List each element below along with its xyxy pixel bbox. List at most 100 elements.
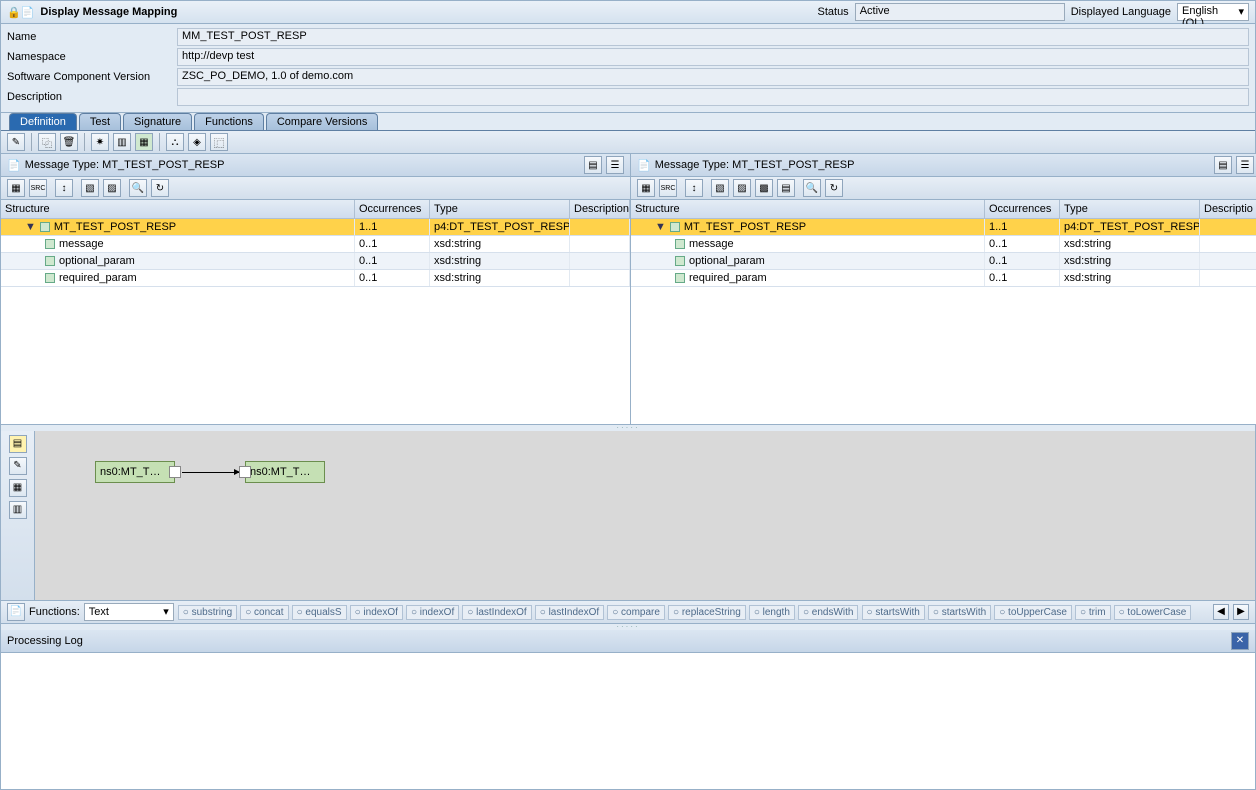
src-select-button[interactable]: ▤ <box>584 156 602 174</box>
copy-button[interactable]: ⿻ <box>38 133 56 151</box>
fn-lastIndexOf[interactable]: ○ lastIndexOf <box>462 605 531 620</box>
tgt-tb-6[interactable]: ▩ <box>755 179 773 197</box>
maptool3-button[interactable]: ⿸ <box>210 133 228 151</box>
src-row[interactable]: required_param0..1xsd:string <box>1 270 630 287</box>
source-title: Message Type: MT_TEST_POST_RESP <box>25 159 225 171</box>
cv-tb-1[interactable]: ▤ <box>9 435 27 453</box>
chevron-down-icon: ▾ <box>1238 5 1244 19</box>
fn-equalsS[interactable]: ○ equalsS <box>292 605 347 620</box>
col-occurrences[interactable]: Occurrences <box>985 200 1060 218</box>
element-icon <box>45 256 55 266</box>
src-tb-3[interactable]: ↕ <box>55 179 73 197</box>
src-node[interactable]: ns0:MT_T… <box>95 461 175 483</box>
tab-test[interactable]: Test <box>79 113 121 130</box>
element-icon <box>675 239 685 249</box>
src-row[interactable]: optional_param0..1xsd:string <box>1 253 630 270</box>
col-description[interactable]: Description <box>570 200 630 218</box>
fn-endsWith[interactable]: ○ endsWith <box>798 605 859 620</box>
tgt-tb-2[interactable]: SRC <box>659 179 677 197</box>
tgt-row[interactable]: optional_param0..1xsd:string <box>631 253 1256 270</box>
fn-toUpperCase[interactable]: ○ toUpperCase <box>994 605 1072 620</box>
scv-label: Software Component Version <box>7 71 177 83</box>
tgt-row-root[interactable]: ▼MT_TEST_POST_RESP1..1p4:DT_TEST_POST_RE… <box>631 219 1256 236</box>
mapping-canvas[interactable]: ns0:MT_T… ns0:MT_T… <box>35 431 1255 600</box>
fn-length[interactable]: ○ length <box>749 605 795 620</box>
export-button[interactable]: ▥ <box>113 133 131 151</box>
processing-log-title: Processing Log <box>7 635 83 647</box>
edit-button[interactable]: ✎ <box>7 133 25 151</box>
functions-label: Functions: <box>29 606 80 618</box>
fn-trim[interactable]: ○ trim <box>1075 605 1110 620</box>
layout-button[interactable]: ▦ <box>135 133 153 151</box>
fn-lastIndexOf[interactable]: ○ lastIndexOf <box>535 605 604 620</box>
collapse-icon[interactable]: ▼ <box>25 221 36 233</box>
tgt-tb-3[interactable]: ↕ <box>685 179 703 197</box>
language-label: Displayed Language <box>1071 6 1171 18</box>
tab-compare[interactable]: Compare Versions <box>266 113 379 130</box>
cv-tb-4[interactable]: ▥ <box>9 501 27 519</box>
maptool1-button[interactable]: ⛬ <box>166 133 184 151</box>
tab-functions[interactable]: Functions <box>194 113 264 130</box>
namespace-field: http://devp test <box>177 48 1249 66</box>
status-field: Active <box>855 3 1065 21</box>
fn-scroll-right[interactable]: ▶ <box>1233 604 1249 620</box>
language-dropdown[interactable]: English (OL)▾ <box>1177 3 1249 21</box>
tab-definition[interactable]: Definition <box>9 113 77 130</box>
fn-startsWith[interactable]: ○ startsWith <box>862 605 925 620</box>
col-occurrences[interactable]: Occurrences <box>355 200 430 218</box>
tgt-tb-5[interactable]: ▨ <box>733 179 751 197</box>
element-icon <box>45 239 55 249</box>
col-type[interactable]: Type <box>1060 200 1200 218</box>
tgt-tb-4[interactable]: ▧ <box>711 179 729 197</box>
fn-doc-button[interactable]: 📄 <box>7 603 25 621</box>
cv-tb-2[interactable]: ✎ <box>9 457 27 475</box>
element-icon <box>670 222 680 232</box>
tgt-row[interactable]: required_param0..1xsd:string <box>631 270 1256 287</box>
element-icon <box>675 273 685 283</box>
fn-concat[interactable]: ○ concat <box>240 605 288 620</box>
collapse-icon[interactable]: ▼ <box>655 221 666 233</box>
col-structure[interactable]: Structure <box>1 200 355 218</box>
tab-signature[interactable]: Signature <box>123 113 192 130</box>
col-structure[interactable]: Structure <box>631 200 985 218</box>
src-detail-button[interactable]: ☰ <box>606 156 624 174</box>
src-row[interactable]: message0..1xsd:string <box>1 236 630 253</box>
cv-tb-3[interactable]: ▦ <box>9 479 27 497</box>
desc-label: Description <box>7 91 177 103</box>
tgt-tb-1[interactable]: ▦ <box>637 179 655 197</box>
src-tb-1[interactable]: ▦ <box>7 179 25 197</box>
in-port[interactable] <box>239 466 251 478</box>
tgt-find-button[interactable]: 🔍 <box>803 179 821 197</box>
tgt-row[interactable]: message0..1xsd:string <box>631 236 1256 253</box>
src-find-button[interactable]: 🔍 <box>129 179 147 197</box>
name-field: MM_TEST_POST_RESP <box>177 28 1249 46</box>
settings-button[interactable]: ✷ <box>91 133 109 151</box>
target-icon: 📄 <box>637 159 651 172</box>
col-description[interactable]: Descriptio <box>1200 200 1256 218</box>
src-tb-4[interactable]: ▧ <box>81 179 99 197</box>
maptool2-button[interactable]: ◈ <box>188 133 206 151</box>
delete-button[interactable]: 🗑 <box>60 133 78 151</box>
col-type[interactable]: Type <box>430 200 570 218</box>
src-refresh-button[interactable]: ↻ <box>151 179 169 197</box>
fn-scroll-left[interactable]: ◀ <box>1213 604 1229 620</box>
tgt-tb-7[interactable]: ▤ <box>777 179 795 197</box>
fn-replaceString[interactable]: ○ replaceString <box>668 605 746 620</box>
out-port[interactable] <box>169 466 181 478</box>
mapping-icon: 🔒📄 <box>7 6 34 19</box>
fn-indexOf[interactable]: ○ indexOf <box>406 605 459 620</box>
fn-startsWith[interactable]: ○ startsWith <box>928 605 991 620</box>
fn-compare[interactable]: ○ compare <box>607 605 665 620</box>
functions-category-dropdown[interactable]: Text▾ <box>84 603 174 621</box>
tgt-node[interactable]: ns0:MT_T… <box>245 461 325 483</box>
fn-indexOf[interactable]: ○ indexOf <box>350 605 403 620</box>
tgt-detail-button[interactable]: ☰ <box>1236 156 1254 174</box>
fn-substring[interactable]: ○ substring <box>178 605 237 620</box>
src-tb-2[interactable]: SRC <box>29 179 47 197</box>
src-row-root[interactable]: ▼MT_TEST_POST_RESP1..1p4:DT_TEST_POST_RE… <box>1 219 630 236</box>
tgt-select-button[interactable]: ▤ <box>1214 156 1232 174</box>
fn-toLowerCase[interactable]: ○ toLowerCase <box>1114 605 1192 620</box>
src-tb-5[interactable]: ▨ <box>103 179 121 197</box>
tgt-refresh-button[interactable]: ↻ <box>825 179 843 197</box>
close-log-button[interactable]: ✕ <box>1231 632 1249 650</box>
